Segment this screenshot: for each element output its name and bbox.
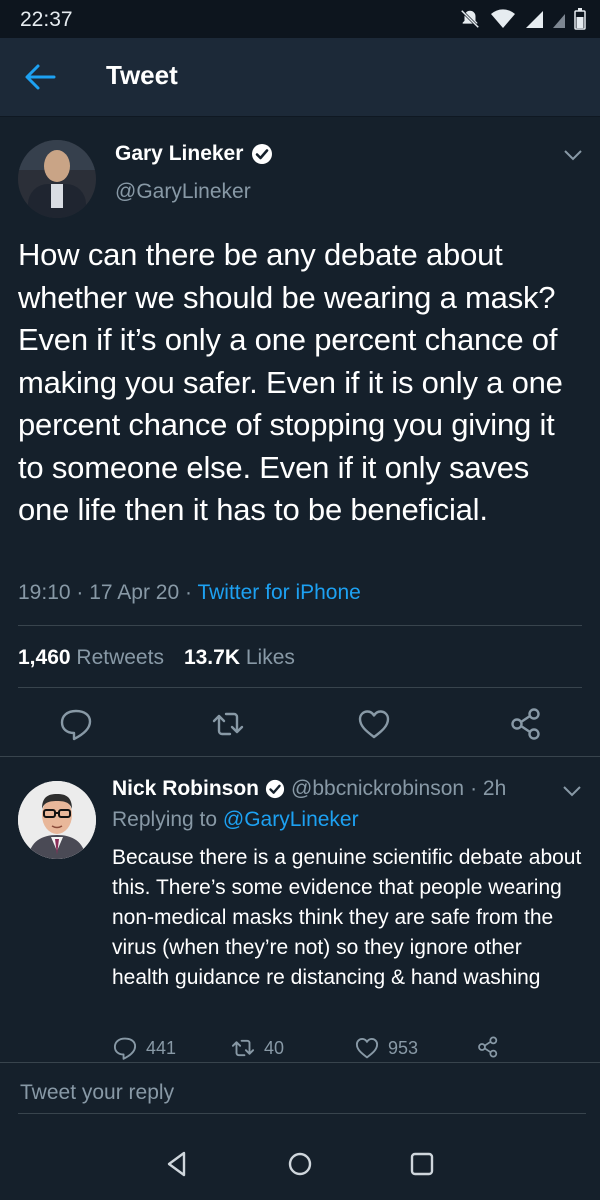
reply-share-button[interactable] — [476, 1035, 500, 1059]
reply-count: 441 — [146, 1037, 177, 1058]
retweet-icon[interactable] — [210, 706, 246, 742]
reply-input[interactable] — [18, 1073, 586, 1114]
tweet-source-link[interactable]: Twitter for iPhone — [197, 581, 360, 604]
nav-back-icon[interactable] — [162, 1148, 194, 1180]
reply-icon — [113, 1037, 137, 1060]
author-handle[interactable]: @GaryLineker — [115, 180, 251, 204]
author-name[interactable]: Gary Lineker — [115, 142, 243, 166]
share-icon — [478, 1036, 498, 1058]
tweet-date: 17 Apr 20 — [89, 581, 180, 604]
status-bar: 22:37 — [0, 0, 600, 38]
likes-label: Likes — [245, 646, 295, 669]
nav-recents-icon[interactable] — [406, 1148, 438, 1180]
status-time: 22:37 — [20, 8, 73, 31]
divider — [18, 687, 582, 688]
tweet-meta: 19:10 · 17 Apr 20 · Twitter for iPhone — [18, 581, 361, 605]
reply-tweet[interactable]: Nick Robinson @bbcnickrobinson · 2h Repl… — [0, 757, 600, 1062]
status-icons — [458, 8, 586, 30]
reply-author-row: Nick Robinson @bbcnickrobinson · 2h — [112, 777, 506, 801]
replying-to: Replying to @GaryLineker — [112, 808, 359, 832]
avatar[interactable] — [18, 140, 96, 218]
notifications-off-icon — [460, 9, 480, 29]
meta-separator: · — [184, 581, 198, 604]
reply-text: Because there is a genuine scientific de… — [112, 846, 582, 989]
reply-author-name[interactable]: Nick Robinson — [112, 777, 259, 801]
tweet-time: 19:10 — [18, 581, 71, 604]
chevron-down-icon[interactable] — [562, 148, 584, 162]
replying-to-prefix: Replying to — [112, 808, 218, 831]
reply-age: · 2h — [470, 777, 507, 800]
page-title: Tweet — [106, 60, 178, 90]
arrow-left-icon[interactable] — [22, 62, 58, 92]
reply-actions: 441 40 953 — [112, 1035, 592, 1063]
like-icon — [355, 1038, 379, 1059]
tweet-stats: 1,460 Retweets 13.7K Likes — [18, 646, 295, 670]
divider — [18, 625, 582, 626]
verified-badge-icon — [265, 779, 285, 799]
reply-composer — [0, 1062, 600, 1125]
wifi-icon — [491, 9, 515, 28]
reply-reply-button[interactable]: 441 — [112, 1035, 176, 1061]
retweets-label: Retweets — [76, 646, 164, 669]
avatar-illustration — [18, 781, 96, 859]
author-name-row: Gary Lineker — [115, 142, 273, 166]
likes-stat[interactable]: 13.7K Likes — [184, 646, 295, 670]
app-header: Tweet — [0, 38, 600, 117]
avatar[interactable] — [18, 781, 96, 859]
share-icon[interactable] — [508, 706, 544, 742]
meta-separator: · — [76, 581, 90, 604]
retweets-count: 1,460 — [18, 646, 71, 669]
like-icon[interactable] — [356, 706, 392, 742]
system-nav-bar — [0, 1124, 600, 1200]
chevron-down-icon[interactable] — [562, 785, 582, 797]
reply-icon[interactable] — [58, 706, 94, 742]
tweet-actions — [0, 706, 600, 746]
retweet-count: 40 — [264, 1037, 285, 1058]
retweet-icon — [231, 1039, 255, 1057]
reply-retweet-button[interactable]: 40 — [230, 1035, 284, 1061]
likes-count: 13.7K — [183, 646, 240, 669]
reply-author-handle[interactable]: @bbcnickrobinson — [291, 777, 464, 801]
reply-like-button[interactable]: 953 — [354, 1035, 418, 1061]
battery-icon — [574, 8, 586, 30]
nav-home-icon[interactable] — [284, 1148, 316, 1180]
replying-to-mention[interactable]: @GaryLineker — [223, 808, 359, 831]
tweet-text: How can there be any debate about whethe… — [18, 237, 563, 527]
retweets-stat[interactable]: 1,460 Retweets — [18, 646, 164, 670]
signal-icon — [526, 11, 543, 28]
signal-secondary-icon — [553, 14, 565, 28]
verified-badge-icon — [252, 144, 273, 164]
like-count: 953 — [388, 1037, 419, 1058]
